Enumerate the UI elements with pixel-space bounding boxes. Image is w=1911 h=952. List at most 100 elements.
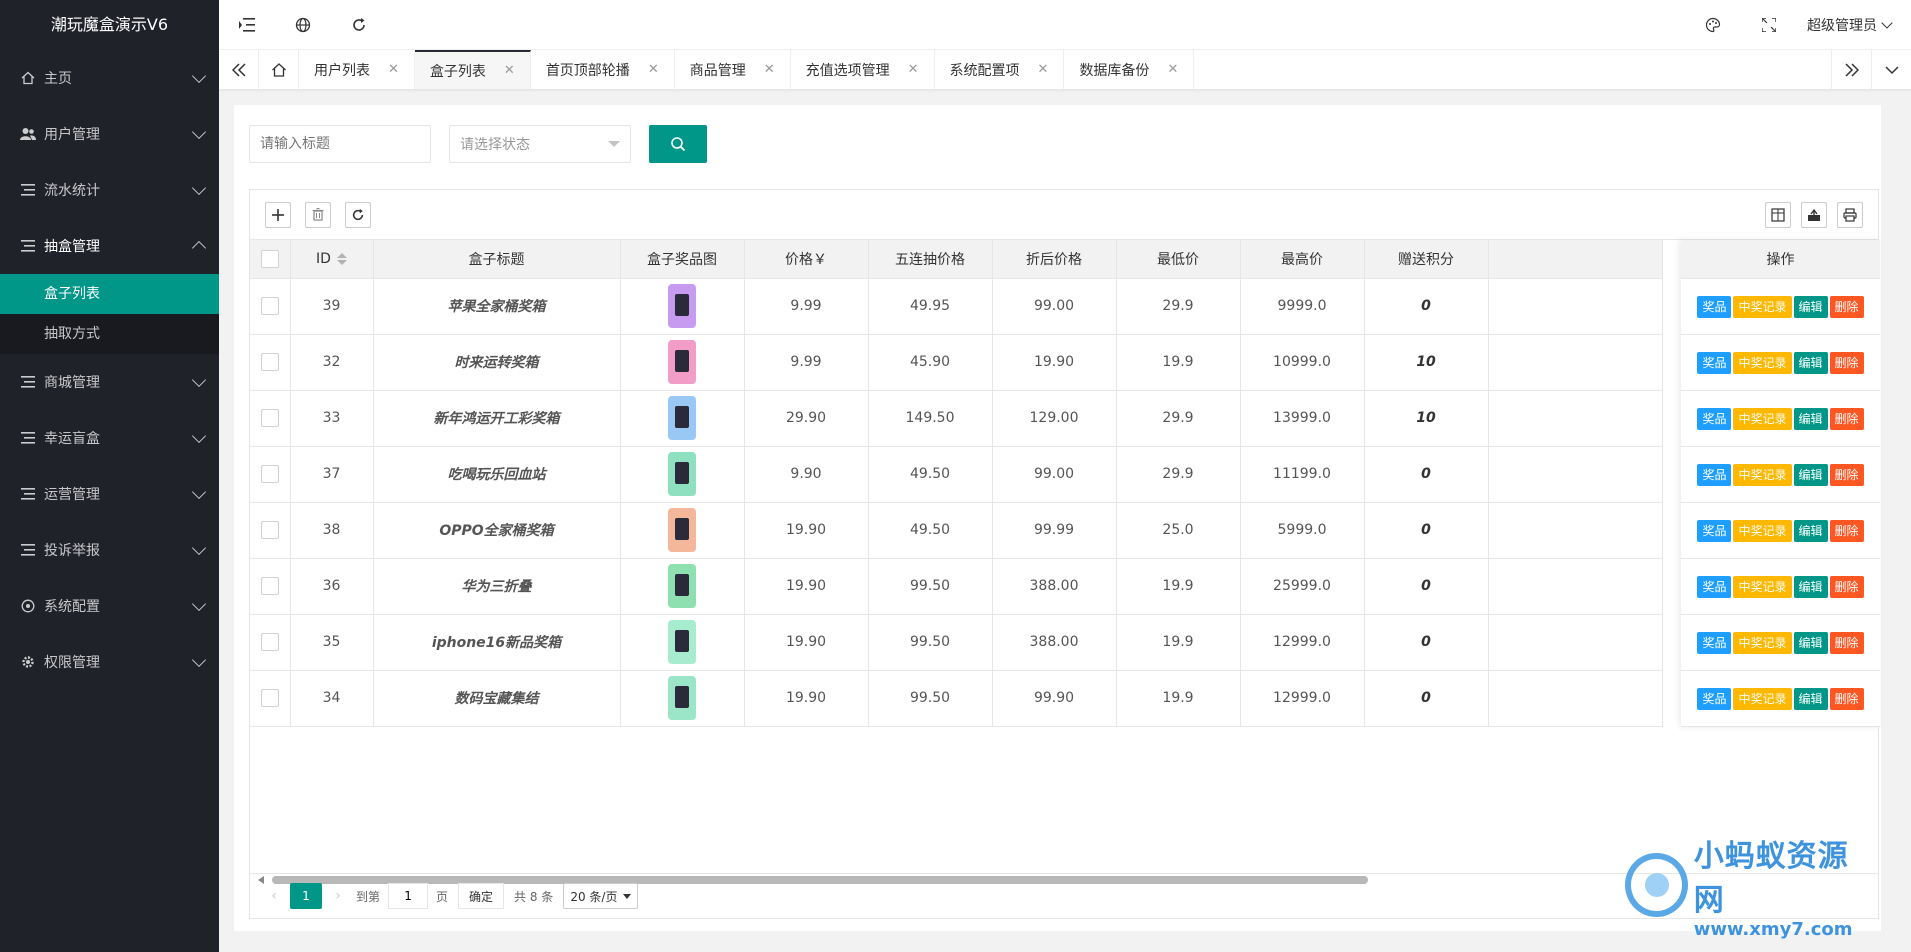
header-id[interactable]: ID (290, 240, 374, 279)
tab-2[interactable]: 首页顶部轮播 ✕ (531, 50, 675, 89)
prize-button[interactable]: 奖品 (1697, 687, 1732, 710)
goto-page-input[interactable] (388, 883, 429, 909)
win-record-button[interactable]: 中奖记录 (1733, 631, 1792, 654)
tab-home[interactable] (259, 50, 299, 89)
row-checkbox[interactable] (260, 689, 279, 707)
sidebar-item-9[interactable]: 权限管理 (0, 634, 219, 690)
close-icon[interactable]: ✕ (1167, 62, 1178, 77)
print-button[interactable] (1837, 201, 1863, 228)
prize-button[interactable]: 奖品 (1697, 519, 1732, 542)
current-page[interactable]: 1 (290, 883, 322, 909)
row-checkbox[interactable] (260, 521, 279, 539)
edit-button[interactable]: 编辑 (1793, 295, 1828, 318)
edit-button[interactable]: 编辑 (1793, 575, 1828, 598)
sidebar-item-5[interactable]: 幸运盲盒 (0, 410, 219, 466)
prize-button[interactable]: 奖品 (1697, 631, 1732, 654)
select-all-checkbox[interactable] (260, 249, 279, 268)
sidebar-item-0[interactable]: 主页 (0, 50, 219, 106)
refresh-button[interactable] (331, 0, 387, 50)
row-checkbox[interactable] (260, 577, 279, 595)
sort-icon[interactable] (336, 252, 347, 265)
sidebar-item-2[interactable]: 流水统计 (0, 162, 219, 218)
export-button[interactable] (1801, 201, 1827, 228)
row-checkbox[interactable] (260, 297, 279, 315)
win-record-button[interactable]: 中奖记录 (1733, 519, 1792, 542)
delete-button[interactable]: 删除 (1829, 407, 1864, 430)
sidebar-item-4[interactable]: 商城管理 (0, 354, 219, 410)
admin-menu[interactable]: 超级管理员 (1797, 15, 1911, 35)
tab-actions-dropdown[interactable] (1871, 50, 1911, 89)
close-icon[interactable]: ✕ (504, 63, 515, 78)
close-icon[interactable]: ✕ (648, 62, 659, 77)
sidebar-item-6[interactable]: 运营管理 (0, 466, 219, 522)
row-checkbox[interactable] (260, 633, 279, 651)
prize-thumbnail[interactable] (668, 620, 696, 664)
sidebar-item-7[interactable]: 投诉举报 (0, 522, 219, 578)
prize-thumbnail[interactable] (668, 452, 696, 496)
prize-thumbnail[interactable] (668, 676, 696, 720)
edit-button[interactable]: 编辑 (1793, 463, 1828, 486)
goto-confirm-button[interactable]: 确定 (458, 883, 505, 909)
close-icon[interactable]: ✕ (764, 62, 775, 77)
fullscreen-button[interactable] (1741, 0, 1797, 50)
edit-button[interactable]: 编辑 (1793, 407, 1828, 430)
website-button[interactable] (275, 0, 331, 50)
tab-1[interactable]: 盒子列表 ✕ (414, 50, 531, 89)
tab-scroll-left-button[interactable] (219, 50, 259, 89)
win-record-button[interactable]: 中奖记录 (1733, 295, 1792, 318)
tab-3[interactable]: 商品管理 ✕ (675, 50, 791, 89)
prev-page-button[interactable]: ‹ (262, 884, 286, 908)
delete-button[interactable]: 删除 (1829, 351, 1864, 374)
edit-button[interactable]: 编辑 (1793, 687, 1828, 710)
prize-button[interactable]: 奖品 (1697, 463, 1732, 486)
win-record-button[interactable]: 中奖记录 (1733, 463, 1792, 486)
prize-thumbnail[interactable] (668, 284, 696, 328)
delete-selected-button[interactable] (305, 201, 331, 228)
sidebar-item-1[interactable]: 用户管理 (0, 106, 219, 162)
tab-6[interactable]: 数据库备份 ✕ (1064, 50, 1195, 89)
row-checkbox[interactable] (260, 409, 279, 427)
win-record-button[interactable]: 中奖记录 (1733, 407, 1792, 430)
delete-button[interactable]: 删除 (1829, 295, 1864, 318)
theme-button[interactable] (1685, 0, 1741, 50)
tab-5[interactable]: 系统配置项 ✕ (935, 50, 1065, 89)
reload-table-button[interactable] (345, 201, 371, 228)
sidebar-subitem-1[interactable]: 抽取方式 (0, 314, 219, 354)
delete-button[interactable]: 删除 (1829, 575, 1864, 598)
add-button[interactable] (265, 201, 291, 228)
title-search-input[interactable] (249, 125, 431, 163)
prize-button[interactable]: 奖品 (1697, 407, 1732, 430)
prize-button[interactable]: 奖品 (1697, 295, 1732, 318)
close-icon[interactable]: ✕ (1038, 62, 1049, 77)
edit-button[interactable]: 编辑 (1793, 519, 1828, 542)
page-size-select[interactable]: 20 条/页 (563, 883, 639, 909)
edit-button[interactable]: 编辑 (1793, 351, 1828, 374)
status-select[interactable]: 请选择状态 (449, 125, 631, 163)
delete-button[interactable]: 删除 (1829, 519, 1864, 542)
sidebar-item-8[interactable]: 系统配置 (0, 578, 219, 634)
win-record-button[interactable]: 中奖记录 (1733, 351, 1792, 374)
tab-0[interactable]: 用户列表 ✕ (299, 50, 415, 89)
column-filter-button[interactable] (1765, 201, 1791, 228)
tab-4[interactable]: 充值选项管理 ✕ (791, 50, 935, 89)
row-checkbox[interactable] (260, 465, 279, 483)
row-checkbox[interactable] (260, 353, 279, 371)
win-record-button[interactable]: 中奖记录 (1733, 575, 1792, 598)
menu-fold-button[interactable] (219, 0, 275, 50)
delete-button[interactable]: 删除 (1829, 631, 1864, 654)
prize-button[interactable]: 奖品 (1697, 351, 1732, 374)
sidebar-subitem-0[interactable]: 盒子列表 (0, 274, 219, 314)
prize-button[interactable]: 奖品 (1697, 575, 1732, 598)
prize-thumbnail[interactable] (668, 564, 696, 608)
delete-button[interactable]: 删除 (1829, 463, 1864, 486)
prize-thumbnail[interactable] (668, 340, 696, 384)
close-icon[interactable]: ✕ (908, 62, 919, 77)
edit-button[interactable]: 编辑 (1793, 631, 1828, 654)
tab-scroll-right-button[interactable] (1831, 50, 1871, 89)
prize-thumbnail[interactable] (668, 508, 696, 552)
sidebar-item-3[interactable]: 抽盒管理 (0, 218, 219, 274)
close-icon[interactable]: ✕ (388, 62, 399, 77)
delete-button[interactable]: 删除 (1829, 687, 1864, 710)
prize-thumbnail[interactable] (668, 396, 696, 440)
search-button[interactable] (649, 125, 707, 163)
